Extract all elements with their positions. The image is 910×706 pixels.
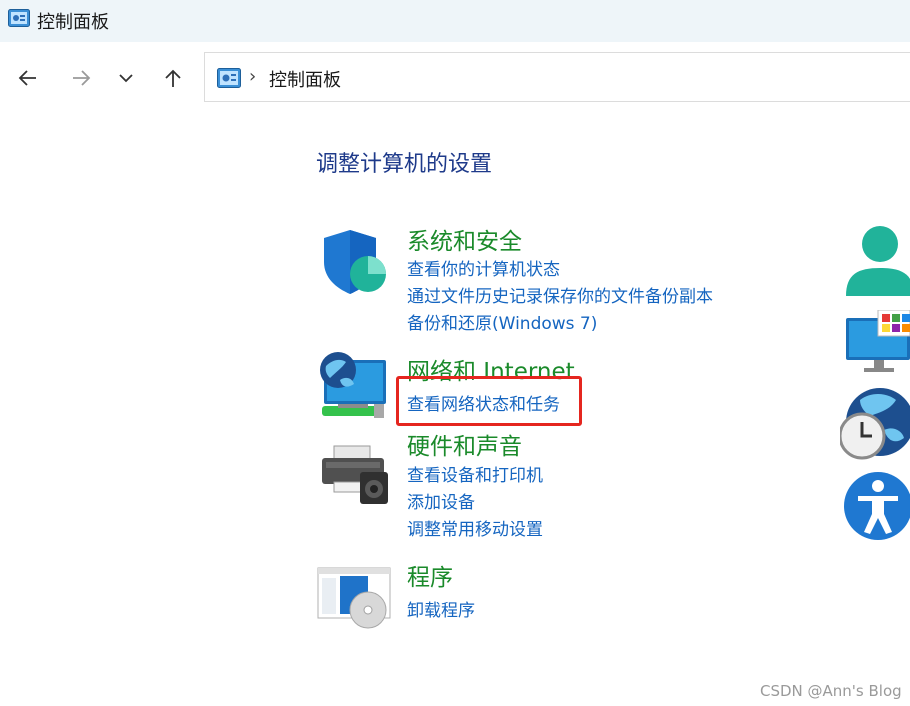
shield-icon — [324, 230, 386, 294]
link-mobility-settings[interactable]: 调整常用移动设置 — [407, 515, 543, 540]
clock-region-icon[interactable] — [840, 386, 910, 462]
breadcrumb[interactable]: 控制面板 — [269, 66, 341, 92]
link-uninstall-program[interactable]: 卸载程序 — [407, 596, 475, 621]
link-devices-printers[interactable]: 查看设备和打印机 — [407, 461, 543, 486]
category-title-hardware-sound[interactable]: 硬件和声音 — [407, 427, 522, 461]
link-backup-restore[interactable]: 备份和还原(Windows 7) — [407, 309, 597, 334]
control-panel-icon — [8, 9, 30, 27]
watermark: CSDN @Ann's Blog — [760, 682, 902, 700]
arrow-left-icon — [18, 70, 36, 86]
link-file-history-backup[interactable]: 通过文件历史记录保存你的文件备份副本 — [407, 282, 713, 307]
highlight-box — [396, 376, 582, 426]
up-button[interactable] — [159, 64, 187, 92]
address-bar[interactable]: › 控制面板 — [204, 52, 910, 102]
back-button[interactable] — [14, 64, 42, 92]
title-bar: 控制面板 — [0, 0, 910, 42]
user-accounts-icon[interactable] — [844, 224, 910, 300]
window-title: 控制面板 — [37, 12, 109, 33]
printer-speaker-icon — [322, 445, 388, 504]
network-globe-icon — [320, 352, 386, 418]
category-title-system-security[interactable]: 系统和安全 — [407, 222, 522, 256]
arrow-up-icon — [165, 69, 181, 87]
chevron-right-icon: › — [249, 66, 257, 87]
category-title-programs[interactable]: 程序 — [407, 558, 453, 592]
appearance-monitor-icon[interactable] — [844, 310, 910, 374]
programs-icon — [317, 567, 391, 629]
recent-locations-button[interactable] — [112, 64, 140, 92]
control-panel-icon — [217, 68, 241, 88]
accessibility-icon[interactable] — [842, 470, 910, 542]
arrow-right-icon — [73, 70, 91, 86]
chevron-down-icon — [119, 74, 133, 83]
link-add-device[interactable]: 添加设备 — [407, 488, 475, 513]
page-title: 调整计算机的设置 — [316, 152, 493, 177]
forward-button[interactable] — [67, 64, 95, 92]
link-view-computer-status[interactable]: 查看你的计算机状态 — [407, 255, 560, 280]
